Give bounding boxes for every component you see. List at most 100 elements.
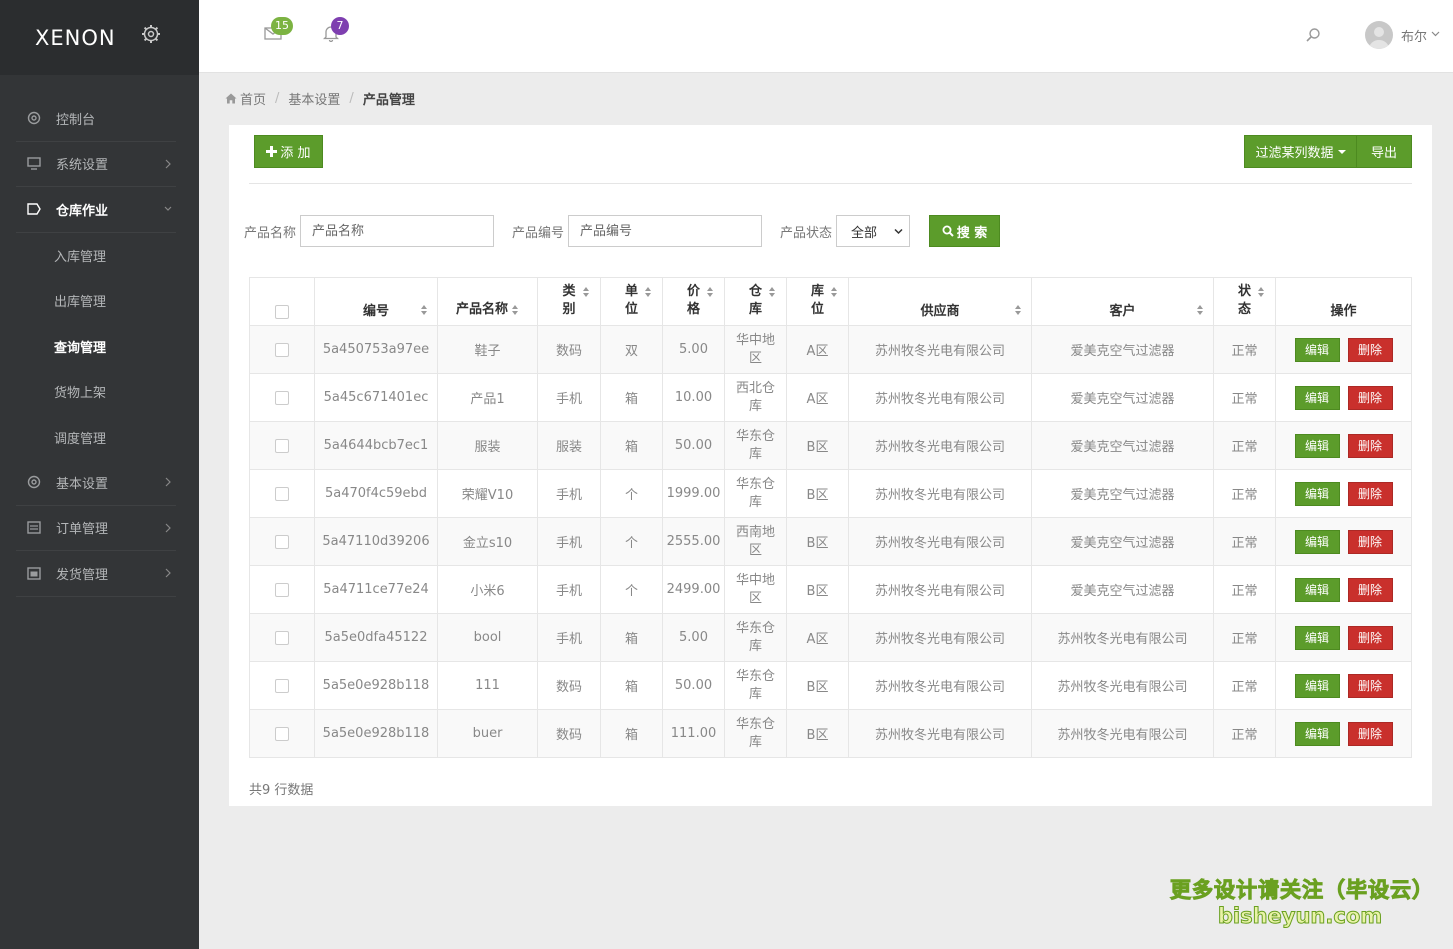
edit-button[interactable]: 编辑 <box>1294 481 1340 506</box>
edit-button[interactable]: 编辑 <box>1294 577 1340 602</box>
cell-category: 数码 <box>537 709 601 758</box>
add-button[interactable]: 添 加 <box>254 135 323 168</box>
search-button[interactable]: 搜 索 <box>929 215 1000 247</box>
cell-supplier: 苏州牧冬光电有限公司 <box>848 325 1032 374</box>
cell-actions: 编辑 删除 <box>1275 565 1412 614</box>
sidebar-item-dashboard[interactable]: 控制台 <box>16 96 176 142</box>
search-icon[interactable] <box>1305 27 1321 43</box>
cell-location: A区 <box>786 373 849 422</box>
breadcrumb-basic-settings[interactable]: 基本设置 <box>288 89 340 108</box>
cell-actions: 编辑 删除 <box>1275 325 1412 374</box>
top-bar: 15 7 布尔 <box>199 0 1453 73</box>
delete-button[interactable]: 删除 <box>1347 673 1393 698</box>
brand-logo[interactable]: XENON <box>35 26 116 50</box>
sidebar-subitem-query[interactable]: 查询管理 <box>16 324 176 370</box>
edit-button[interactable]: 编辑 <box>1294 385 1340 410</box>
cell-actions: 编辑 删除 <box>1275 421 1412 470</box>
cell-status: 正常 <box>1213 373 1276 422</box>
row-checkbox[interactable] <box>275 390 289 405</box>
sidebar-item-warehouse-ops[interactable]: 仓库作业 <box>16 187 176 233</box>
sidebar-item-shipping[interactable]: 发货管理 <box>16 551 176 597</box>
sort-icon <box>421 305 428 316</box>
cell-location: B区 <box>786 565 849 614</box>
header-unit[interactable]: 单位 <box>600 277 663 326</box>
header-warehouse[interactable]: 仓库 <box>724 277 787 326</box>
sort-icon <box>583 287 590 298</box>
delete-button[interactable]: 删除 <box>1347 337 1393 362</box>
header-category[interactable]: 类别 <box>537 277 601 326</box>
sidebar-item-orders[interactable]: 订单管理 <box>16 506 176 551</box>
cell-unit: 双 <box>600 325 663 374</box>
sidebar-subitem-outbound[interactable]: 出库管理 <box>16 278 176 324</box>
cell-code: 5a47110d39206 <box>314 517 438 566</box>
main-panel: 添 加 过滤某列数据 导出 产品名称 产品编号 产品状态 全部 搜 索 编号 产… <box>229 125 1432 806</box>
edit-button[interactable]: 编辑 <box>1294 529 1340 554</box>
cell-category: 数码 <box>537 661 601 710</box>
cell-price: 2499.00 <box>662 565 725 614</box>
header-customer[interactable]: 客户 <box>1031 277 1214 326</box>
delete-button[interactable]: 删除 <box>1347 385 1393 410</box>
sidebar-item-system-settings[interactable]: 系统设置 <box>16 142 176 187</box>
gear-icon[interactable] <box>141 24 161 44</box>
filter-columns-button[interactable]: 过滤某列数据 <box>1244 135 1356 168</box>
watermark-line-1: 更多设计请关注（毕设云） <box>1170 878 1434 903</box>
sort-icon <box>1015 305 1022 316</box>
sidebar-subitem-dispatch[interactable]: 调度管理 <box>16 415 176 461</box>
row-checkbox[interactable] <box>275 534 289 549</box>
cell-status: 正常 <box>1213 709 1276 758</box>
row-checkbox[interactable] <box>275 726 289 741</box>
row-checkbox[interactable] <box>275 486 289 501</box>
header-code[interactable]: 编号 <box>314 277 438 326</box>
cell-category: 手机 <box>537 517 601 566</box>
row-checkbox[interactable] <box>275 342 289 357</box>
row-count-text: 共9 行数据 <box>249 783 314 798</box>
header-name[interactable]: 产品名称 <box>437 277 538 326</box>
sidebar-item-basic-settings[interactable]: 基本设置 <box>16 460 176 506</box>
header-supplier[interactable]: 供应商 <box>848 277 1032 326</box>
header-price[interactable]: 价格 <box>662 277 725 326</box>
chevron-down-icon[interactable] <box>1431 31 1440 37</box>
export-button[interactable]: 导出 <box>1356 135 1412 168</box>
product-name-input[interactable] <box>300 215 494 247</box>
row-checkbox[interactable] <box>275 438 289 453</box>
header-status[interactable]: 状态 <box>1213 277 1276 326</box>
edit-button[interactable]: 编辑 <box>1294 625 1340 650</box>
cell-actions: 编辑 删除 <box>1275 661 1412 710</box>
sidebar-nav: 控制台 系统设置 仓库作业 入库管理 出库管理 查询管理 货物上架 调度管理 基… <box>16 96 176 597</box>
edit-button[interactable]: 编辑 <box>1294 337 1340 362</box>
cell-category: 手机 <box>537 469 601 518</box>
row-checkbox[interactable] <box>275 582 289 597</box>
delete-button[interactable]: 删除 <box>1347 529 1393 554</box>
delete-button[interactable]: 删除 <box>1347 577 1393 602</box>
cell-customer: 爱美克空气过滤器 <box>1031 325 1214 374</box>
table-row: 5a4644bcb7ec1 服装 服装箱 50.00 华东仓库 B区 苏州牧冬光电有限公司爱… <box>249 421 1412 470</box>
toolbar-button-group: 过滤某列数据 导出 <box>1244 135 1412 168</box>
header-location[interactable]: 库位 <box>786 277 849 326</box>
sidebar-subitem-inbound[interactable]: 入库管理 <box>16 233 176 279</box>
row-checkbox[interactable] <box>275 678 289 693</box>
sort-icon <box>512 304 519 316</box>
select-all-checkbox[interactable] <box>275 304 289 319</box>
cell-price: 111.00 <box>662 709 725 758</box>
edit-button[interactable]: 编辑 <box>1294 433 1340 458</box>
product-status-select[interactable]: 全部 <box>836 215 910 247</box>
sidebar-item-label: 订单管理 <box>56 522 109 538</box>
row-select-cell <box>249 325 315 374</box>
row-checkbox[interactable] <box>275 630 289 645</box>
edit-button[interactable]: 编辑 <box>1294 721 1340 746</box>
cell-unit: 箱 <box>600 709 663 758</box>
breadcrumb-home[interactable]: 首页 <box>240 89 266 108</box>
avatar[interactable] <box>1365 21 1393 49</box>
delete-button[interactable]: 删除 <box>1347 481 1393 506</box>
product-code-input[interactable] <box>568 215 762 247</box>
sidebar-subitem-shelving[interactable]: 货物上架 <box>16 369 176 415</box>
username[interactable]: 布尔 <box>1401 26 1427 45</box>
cell-location: A区 <box>786 613 849 662</box>
cell-name: buer <box>437 709 538 758</box>
cell-code: 5a5e0e928b118 <box>314 661 438 710</box>
delete-button[interactable]: 删除 <box>1347 721 1393 746</box>
chevron-right-icon <box>165 523 171 532</box>
delete-button[interactable]: 删除 <box>1347 433 1393 458</box>
delete-button[interactable]: 删除 <box>1347 625 1393 650</box>
edit-button[interactable]: 编辑 <box>1294 673 1340 698</box>
